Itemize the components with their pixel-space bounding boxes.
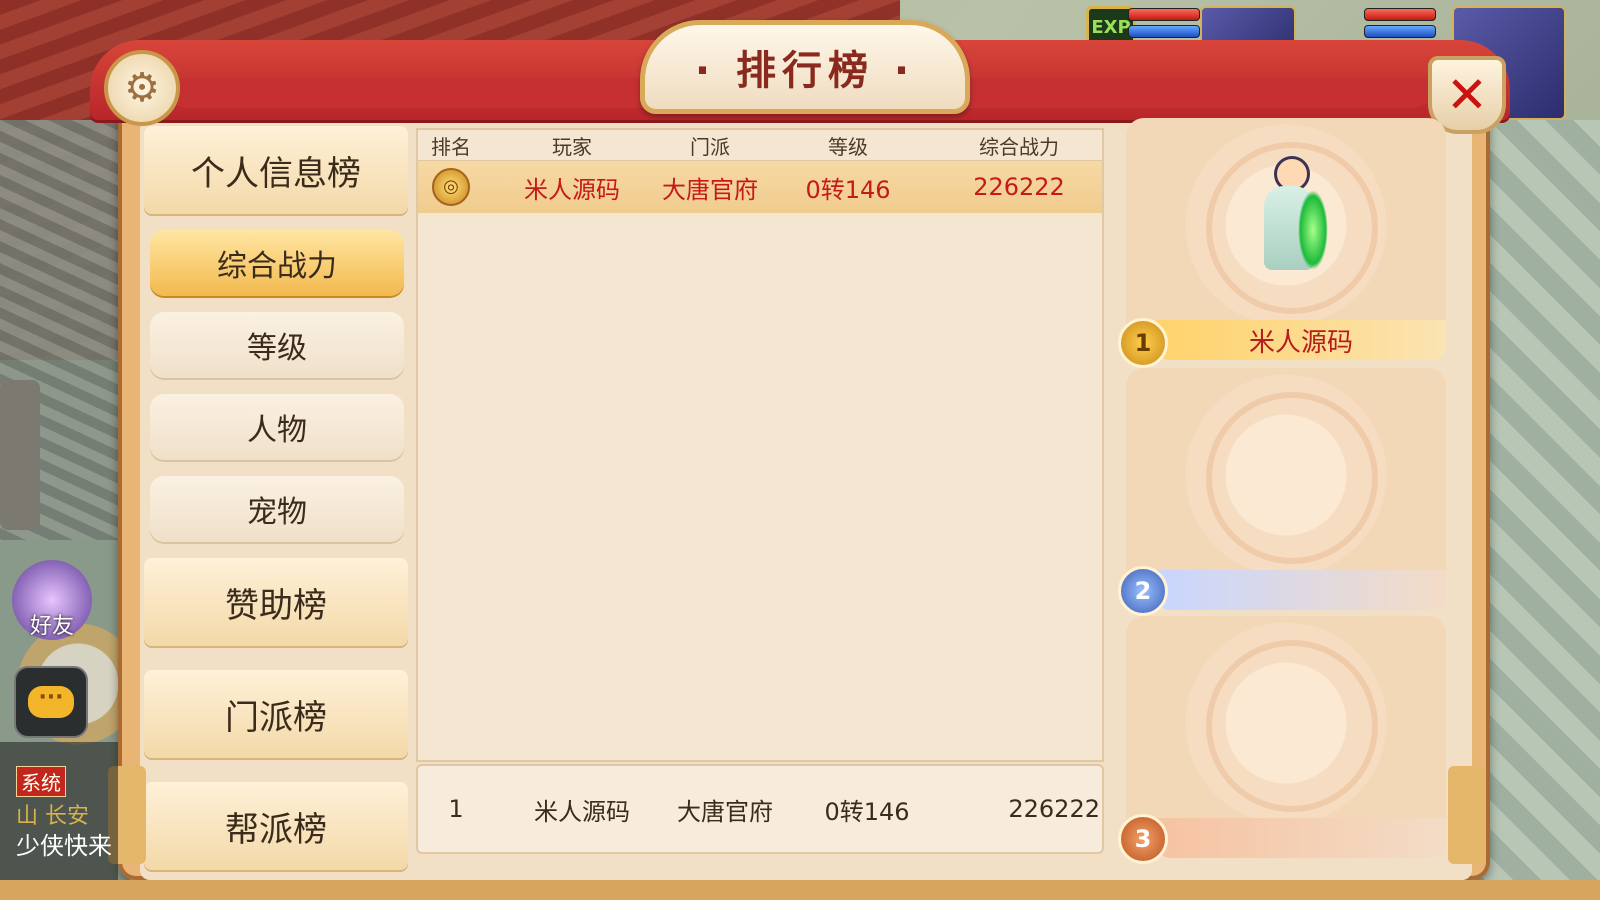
system-channel-tag: 系统 bbox=[16, 766, 66, 797]
emblem-icon bbox=[1206, 640, 1378, 812]
nav-sub-level[interactable]: 等级 bbox=[150, 312, 404, 378]
rank-two-icon: 2 bbox=[1118, 566, 1168, 616]
nav-sub-combat-power[interactable]: 综合战力 bbox=[150, 230, 404, 296]
header-power: 综合战力 bbox=[979, 134, 1059, 159]
background-pillar bbox=[0, 380, 40, 530]
pet-hp-bar bbox=[1128, 8, 1200, 21]
nav-sub-character[interactable]: 人物 bbox=[150, 394, 404, 460]
player-mp-bar bbox=[1364, 25, 1436, 38]
chat-bubble-icon: ··· bbox=[28, 686, 74, 718]
level-cell: 0转146 bbox=[805, 175, 891, 204]
my-power: 226222 bbox=[1008, 795, 1100, 823]
gold-medal-icon: ◎ bbox=[432, 168, 470, 206]
nav-category-personal[interactable]: 个人信息榜 bbox=[144, 126, 408, 214]
player-hp-bar bbox=[1364, 8, 1436, 21]
emblem-icon bbox=[1206, 392, 1378, 564]
podium-first[interactable]: 米人源码 1 bbox=[1118, 118, 1446, 368]
chat-log[interactable]: 系统 山 长安 少侠快来 bbox=[0, 742, 118, 900]
chat-button[interactable]: ··· bbox=[14, 666, 88, 738]
player-status-bars bbox=[1364, 8, 1436, 44]
pet-mp-bar bbox=[1128, 25, 1200, 38]
ranking-table: 排名 玩家 门派 等级 综合战力 ◎ 米人源码 大唐官府 0转146 22622… bbox=[416, 128, 1104, 762]
podium-third-name bbox=[1156, 818, 1446, 858]
bottom-strip bbox=[0, 880, 1600, 900]
my-rank-bar: 1 米人源码 大唐官府 0转146 226222 bbox=[416, 764, 1104, 854]
settings-button[interactable]: ⚙ bbox=[104, 50, 180, 126]
table-header: 排名 玩家 门派 等级 综合战力 bbox=[418, 130, 1102, 161]
power-cell: 226222 bbox=[973, 173, 1065, 201]
rank-one-icon: 1 bbox=[1118, 318, 1168, 368]
ranking-nav: 个人信息榜 综合战力 等级 人物 宠物 赞助榜 门派榜 帮派榜 bbox=[144, 126, 410, 870]
nav-sub-pet[interactable]: 宠物 bbox=[150, 476, 404, 542]
friends-label: 好友 bbox=[29, 614, 74, 639]
panel-corner-right bbox=[1448, 766, 1486, 864]
my-school: 大唐官府 bbox=[677, 797, 773, 826]
my-rank: 1 bbox=[448, 795, 464, 823]
nav-category-guild[interactable]: 帮派榜 bbox=[144, 782, 408, 870]
player-cell: 米人源码 bbox=[524, 175, 620, 204]
my-level: 0转146 bbox=[824, 797, 910, 826]
my-player: 米人源码 bbox=[534, 797, 630, 826]
pet-status-bars bbox=[1128, 8, 1200, 44]
podium-first-name: 米人源码 bbox=[1156, 320, 1446, 360]
header-player: 玩家 bbox=[552, 134, 592, 159]
nav-category-school[interactable]: 门派榜 bbox=[144, 670, 408, 758]
panel-title: · 排行榜 · bbox=[640, 20, 970, 114]
header-rank: 排名 bbox=[431, 134, 471, 159]
nav-category-sponsor[interactable]: 赞助榜 bbox=[144, 558, 408, 646]
rank-cell: ◎ bbox=[418, 168, 484, 206]
podium-second[interactable]: 2 bbox=[1118, 368, 1446, 616]
chat-message: 少侠快来 bbox=[16, 832, 112, 860]
gear-icon: ⚙ bbox=[124, 65, 160, 111]
header-level: 等级 bbox=[828, 134, 868, 159]
rank-three-icon: 3 bbox=[1118, 814, 1168, 864]
podium-third[interactable]: 3 bbox=[1118, 616, 1446, 864]
school-cell: 大唐官府 bbox=[662, 175, 758, 204]
podium-second-name bbox=[1156, 570, 1446, 610]
character-figure bbox=[1250, 140, 1328, 290]
friends-button[interactable]: 好友 bbox=[12, 560, 92, 640]
header-school: 门派 bbox=[690, 134, 730, 159]
table-row[interactable]: ◎ 米人源码 大唐官府 0转146 226222 bbox=[418, 161, 1102, 213]
close-icon: ✕ bbox=[1446, 66, 1488, 124]
weapon-glow bbox=[1298, 190, 1328, 270]
